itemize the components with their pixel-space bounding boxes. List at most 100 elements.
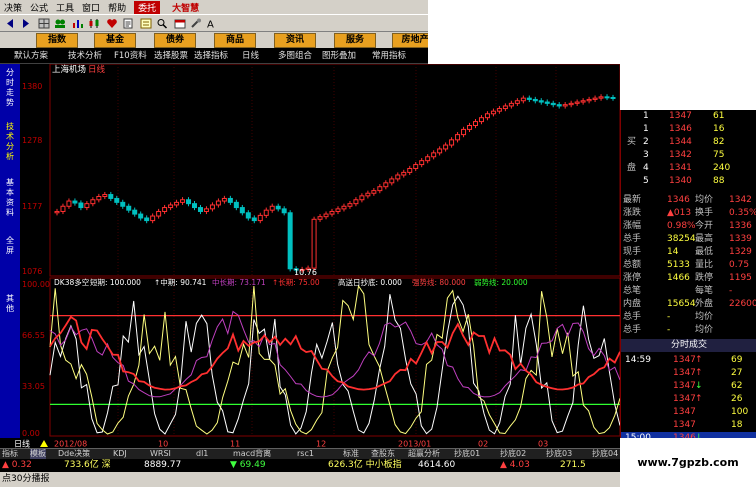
axis-date: 2013/01 [398, 440, 431, 449]
bar-chart-icon[interactable] [72, 18, 84, 29]
indicator-tab[interactable]: 标准 [343, 449, 359, 459]
tick-row: 1347 18 [621, 419, 756, 432]
side-tab-technical[interactable]: 技术分析 [4, 122, 16, 162]
indicator-tab[interactable]: 抄底02 [500, 449, 526, 459]
side-tab-fundamentals[interactable]: 基本资料 [4, 178, 16, 218]
side-tab-fullscreen[interactable]: 全屏 [4, 236, 16, 256]
category-index-button[interactable]: 指数 [36, 33, 78, 48]
search-icon[interactable] [156, 18, 168, 29]
trade-entrust-button[interactable]: 委托 [134, 0, 161, 14]
indicator-tab[interactable]: 抄底01 [454, 449, 480, 459]
news-icon[interactable] [140, 18, 152, 29]
status-item: 626.3亿 中小板指 [328, 460, 402, 470]
indicator-tab[interactable]: macd背离 [233, 449, 271, 459]
order-book-row: 3 1342 75 [621, 149, 756, 162]
menu-item[interactable]: 工具 [52, 1, 78, 14]
stat-key: 最低 [695, 247, 714, 257]
candle-body [604, 96, 610, 99]
common-indicator-button[interactable]: 常用指标 [372, 50, 406, 62]
category-fund-button[interactable]: 基金 [94, 33, 136, 48]
stat-key: 总手 [623, 234, 642, 244]
order-book-row: 盘 4 1341 240 [621, 162, 756, 175]
quote-panel: 1 1347 61 1 1346 16 买 2 1344 82 3 1342 75 盘 4 1341 240 5 1… [620, 110, 756, 445]
indicator-tab[interactable]: 查股东 [371, 449, 395, 459]
price-panel-frame [49, 63, 621, 277]
candle-body [84, 203, 90, 209]
order-book-volume: 82 [713, 137, 725, 147]
candle-icon[interactable] [88, 18, 100, 29]
legend-long: ↑长期: 75.00 [272, 277, 320, 287]
indicator-tab[interactable]: Dde决策 [58, 449, 90, 459]
document-icon[interactable] [122, 18, 134, 29]
left-arrow-icon[interactable] [4, 18, 16, 29]
right-arrow-icon[interactable] [20, 18, 32, 29]
indicator-tab[interactable]: rsc1 [297, 449, 314, 459]
category-news-button[interactable]: 资讯 [274, 33, 316, 48]
quote-stat-row: 内盘 15654 外盘 22600 [621, 298, 756, 311]
select-stock-button[interactable]: 选择股票 [154, 50, 188, 62]
menu-item[interactable]: 帮助 [104, 1, 130, 14]
candle-body [562, 104, 568, 107]
candle-body [329, 210, 335, 215]
candle-body [203, 208, 209, 212]
overlay-button[interactable]: 图形叠加 [322, 50, 356, 62]
indicator-tab[interactable]: KDJ [113, 449, 127, 459]
menu-item[interactable]: 公式 [26, 1, 52, 14]
stat-key: 内盘 [623, 299, 642, 309]
category-commodity-button[interactable]: 商品 [214, 33, 256, 48]
candle-body [395, 174, 401, 180]
side-tab-other[interactable]: 其他 [4, 294, 16, 314]
indicator-tab[interactable]: 超赢分析 [408, 449, 440, 459]
stat-key: 今开 [695, 221, 714, 231]
side-tab-intraday[interactable]: 分时走势 [4, 68, 16, 108]
technical-analysis-button[interactable]: 技术分析 [68, 50, 102, 62]
category-service-button[interactable]: 服务 [334, 33, 376, 48]
quote-stat-row: 涨停 1466 跌停 1195 [621, 272, 756, 285]
menu-item[interactable]: 决策 [0, 1, 26, 14]
order-book-level: 3 [643, 150, 649, 160]
tools-icon[interactable] [190, 18, 202, 29]
quote-stat-row: 涨幅 0.98% 今开 1336 [621, 220, 756, 233]
category-realestate-button[interactable]: 房地产 [392, 33, 428, 48]
stat-key: 每笔 [695, 286, 714, 296]
candle-body [431, 152, 437, 158]
candle-body [365, 192, 371, 197]
stat-key: 外盘 [695, 299, 714, 309]
stat-key: 总笔 [623, 286, 642, 296]
indicator-tab[interactable]: 指标 [2, 449, 18, 459]
heart-icon[interactable] [106, 18, 118, 29]
stat-value: 1329 [729, 247, 752, 257]
indicator-tab[interactable]: WRSI [150, 449, 171, 459]
select-indicator-button[interactable]: 选择指标 [194, 50, 228, 62]
candlesticks [54, 94, 616, 273]
legend-mid: ↑中期: 90.741 [154, 277, 207, 287]
users-icon[interactable] [54, 18, 66, 29]
stat-value: - [667, 325, 671, 335]
menu-item[interactable]: 窗口 [78, 1, 104, 14]
ticks-header[interactable]: 分时成交 [621, 339, 756, 352]
stat-key: 均价 [695, 312, 714, 322]
indicator-tab[interactable]: dl1 [196, 449, 208, 459]
default-scheme-button[interactable]: 默认方案 [14, 50, 48, 62]
indicator-axis-label: 100.00 [22, 280, 50, 289]
font-icon[interactable]: A [206, 18, 218, 31]
tick-volume: 62 [731, 381, 743, 391]
candle-body [383, 182, 389, 188]
period-daily-button[interactable]: 日线 [242, 50, 259, 62]
indicator-tab[interactable]: 模板 [30, 449, 46, 459]
indicator-name[interactable]: DK38多空 [54, 277, 89, 287]
multi-chart-button[interactable]: 多图组合 [278, 50, 312, 62]
chart-svg: 上海机场 日线 1380 1278 1177 1076 10.76 100.00… [22, 63, 621, 438]
order-book-level: 2 [643, 137, 649, 147]
calendar-icon[interactable] [174, 18, 186, 29]
indicator-tabs: 指标 模板 Dde决策 KDJ WRSI dl1 macd背离 rsc1 标准 查股东 超赢分析 抄底… [0, 448, 620, 459]
candle-body [484, 113, 490, 119]
category-bond-button[interactable]: 债券 [154, 33, 196, 48]
grid-icon[interactable] [38, 18, 50, 29]
candle-body [574, 101, 580, 104]
kline-chart-area[interactable]: 上海机场 日线 1380 1278 1177 1076 10.76 100.00… [20, 63, 621, 438]
f10-info-button[interactable]: F10资料 [114, 50, 147, 62]
indicator-tab[interactable]: 抄底03 [546, 449, 572, 459]
stat-value: 0.75 [729, 260, 750, 270]
indicator-tab[interactable]: 抄底04 [592, 449, 618, 459]
